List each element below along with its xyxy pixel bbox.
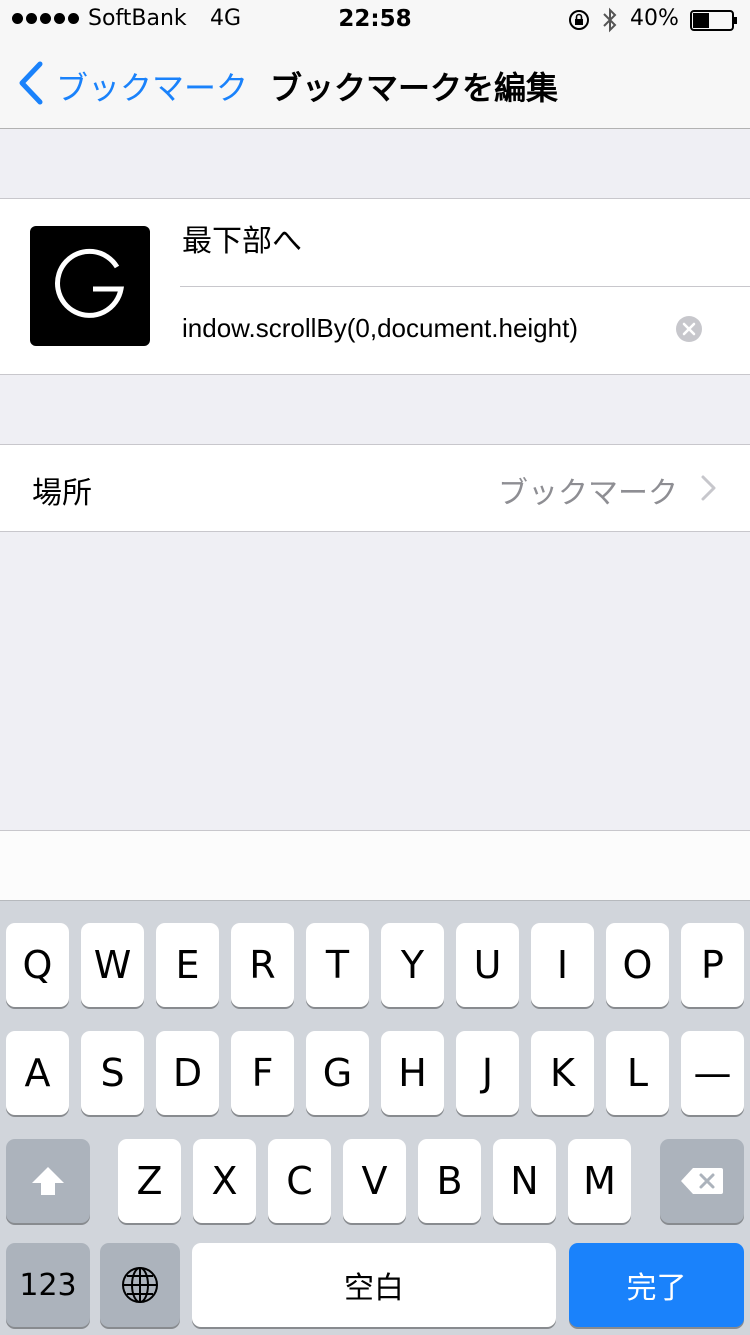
battery-percent: 40% — [630, 6, 679, 31]
key-y[interactable]: Y — [381, 923, 444, 1007]
key-r[interactable]: R — [231, 923, 294, 1007]
key-k[interactable]: K — [531, 1031, 594, 1115]
bookmark-url-field[interactable] — [180, 312, 654, 345]
key-dash[interactable]: — — [681, 1031, 744, 1115]
space-key[interactable]: 空白 — [192, 1243, 556, 1327]
key-u[interactable]: U — [456, 923, 519, 1007]
field-divider — [180, 286, 750, 287]
key-g[interactable]: G — [306, 1031, 369, 1115]
location-label: 場所 — [32, 476, 92, 511]
key-e[interactable]: E — [156, 923, 219, 1007]
key-z[interactable]: Z — [118, 1139, 181, 1223]
predictive-bar — [0, 830, 750, 901]
key-w[interactable]: W — [81, 923, 144, 1007]
back-button[interactable]: ブックマーク — [56, 63, 248, 109]
done-key[interactable]: 完了 — [569, 1243, 744, 1327]
numbers-key[interactable]: 123 — [6, 1243, 90, 1327]
backspace-icon — [681, 1168, 723, 1194]
shift-key[interactable] — [6, 1139, 90, 1223]
chevron-right-icon — [701, 475, 716, 501]
bluetooth-icon — [603, 7, 617, 33]
key-q[interactable]: Q — [6, 923, 69, 1007]
key-t[interactable]: T — [306, 923, 369, 1007]
bookmark-title-field[interactable] — [180, 220, 724, 256]
key-x[interactable]: X — [193, 1139, 256, 1223]
page-title: ブックマークを編集 — [270, 69, 559, 107]
key-c[interactable]: C — [268, 1139, 331, 1223]
key-b[interactable]: B — [418, 1139, 481, 1223]
globe-icon — [122, 1267, 158, 1303]
key-l[interactable]: L — [606, 1031, 669, 1115]
key-o[interactable]: O — [606, 923, 669, 1007]
location-value: ブックマーク — [498, 476, 678, 511]
shift-arrow-icon — [32, 1167, 64, 1195]
key-j[interactable]: J — [456, 1031, 519, 1115]
key-a[interactable]: A — [6, 1031, 69, 1115]
bookmark-favicon — [30, 226, 150, 346]
key-p[interactable]: P — [681, 923, 744, 1007]
key-d[interactable]: D — [156, 1031, 219, 1115]
key-h[interactable]: H — [381, 1031, 444, 1115]
google-g-icon — [55, 248, 124, 318]
key-m[interactable]: M — [568, 1139, 631, 1223]
battery-icon — [690, 10, 737, 31]
key-n[interactable]: N — [493, 1139, 556, 1223]
key-i[interactable]: I — [531, 923, 594, 1007]
back-chevron-icon[interactable] — [16, 60, 44, 106]
globe-key[interactable] — [100, 1243, 180, 1327]
clear-text-icon[interactable] — [675, 315, 703, 343]
delete-key[interactable] — [660, 1139, 744, 1223]
orientation-lock-icon — [569, 10, 589, 30]
key-v[interactable]: V — [343, 1139, 406, 1223]
key-f[interactable]: F — [231, 1031, 294, 1115]
key-s[interactable]: S — [81, 1031, 144, 1115]
keyboard: Q W E R T Y U I O P A S D F G H J K L — … — [0, 900, 750, 1335]
